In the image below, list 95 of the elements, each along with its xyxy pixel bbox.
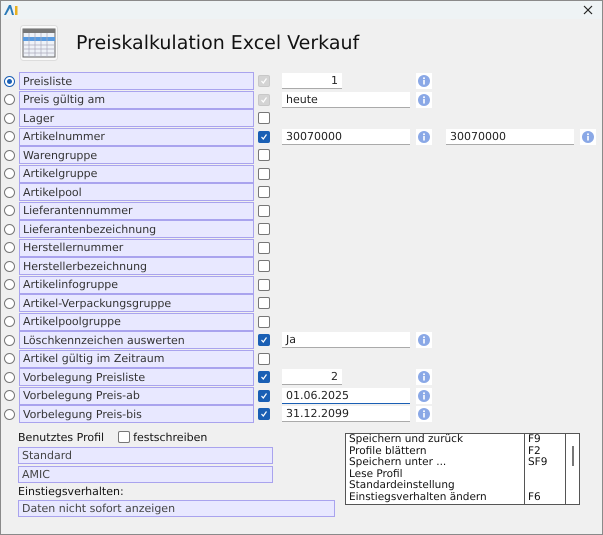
- radio-button[interactable]: [4, 150, 15, 160]
- radio-button[interactable]: [4, 168, 15, 179]
- checkbox[interactable]: [258, 334, 270, 346]
- checkbox[interactable]: [258, 223, 270, 235]
- radio-button[interactable]: [4, 408, 15, 420]
- checkmark-icon: [260, 132, 268, 140]
- info-button[interactable]: [416, 92, 432, 108]
- profile-field: AMIC: [18, 466, 273, 483]
- menu-item[interactable]: Speichern und zurück: [349, 434, 524, 446]
- checkbox[interactable]: [258, 186, 270, 198]
- criterion-label: Artikelinfogruppe: [19, 276, 254, 294]
- checkbox[interactable]: [258, 242, 270, 254]
- radio-button[interactable]: [4, 205, 15, 216]
- profile-field: Standard: [18, 447, 273, 464]
- shortcut-key: F2: [528, 444, 541, 457]
- lock-checkbox[interactable]: festschreiben: [118, 430, 208, 444]
- checkbox[interactable]: [258, 149, 270, 161]
- radio-button[interactable]: [4, 334, 15, 346]
- input-field[interactable]: 31.12.2099: [282, 406, 410, 422]
- radio-button[interactable]: [4, 131, 15, 142]
- checkbox[interactable]: [258, 260, 270, 272]
- radio-button[interactable]: [4, 316, 15, 327]
- info-button[interactable]: [416, 388, 432, 404]
- checkbox[interactable]: [258, 204, 270, 216]
- checkbox[interactable]: [258, 371, 270, 383]
- radio-button[interactable]: [4, 298, 15, 308]
- scroll-thumb[interactable]: [572, 446, 574, 466]
- radio-button[interactable]: [4, 186, 15, 198]
- criterion-label: Warengruppe: [19, 146, 254, 164]
- shortcut-key: SF9: [528, 456, 548, 468]
- entry-field: Daten nicht sofort anzeigen: [18, 500, 335, 517]
- criterion-label: Vorbelegung Preis-bis: [19, 405, 254, 423]
- profile-label: Benutztes Profil: [18, 430, 104, 444]
- criterion-label: Preis gültig am: [19, 90, 254, 108]
- menu-item[interactable]: Speichern unter ...: [349, 457, 524, 469]
- radio-button[interactable]: [4, 242, 15, 253]
- criterion-label: Artikelnummer: [19, 128, 254, 146]
- window-title: Preiskalkulation Excel Verkauf: [76, 32, 360, 54]
- radio-button[interactable]: [4, 279, 15, 290]
- checkbox[interactable]: [258, 390, 270, 402]
- checkmark-icon: [260, 336, 268, 344]
- menu-item[interactable]: Profile blättern: [349, 446, 524, 458]
- menu-item[interactable]: Einstiegsverhalten ändern: [349, 492, 524, 504]
- calendar-icon: [20, 25, 58, 61]
- checkbox[interactable]: [258, 168, 270, 180]
- criterion-label: Herstellernummer: [19, 238, 254, 256]
- info-button[interactable]: [416, 406, 432, 422]
- criterion-label: Artikel gültig im Zeitraum: [19, 350, 254, 368]
- menu-item[interactable]: Lese Profil: [349, 468, 524, 480]
- criterion-label: Artikel-Verpackungsgruppe: [19, 294, 254, 312]
- criterion-label: Herstellerbezeichnung: [19, 257, 254, 275]
- checkmark-icon: [260, 96, 268, 104]
- radio-button[interactable]: [4, 390, 15, 401]
- checkbox[interactable]: [258, 408, 270, 420]
- input-field[interactable]: 30070000: [446, 128, 574, 144]
- input-field[interactable]: 30070000: [282, 128, 410, 144]
- checkbox[interactable]: [258, 112, 270, 124]
- entry-label: Einstiegsverhalten:: [18, 485, 125, 498]
- info-button[interactable]: [416, 128, 432, 144]
- checkmark-icon: [260, 410, 268, 418]
- close-icon: [583, 5, 593, 15]
- criterion-label: Artikelpool: [19, 183, 254, 201]
- radio-button[interactable]: [4, 372, 15, 382]
- criterion-label: Löschkennzeichen auswerten: [19, 331, 254, 349]
- criterion-label: Vorbelegung Preis-ab: [19, 386, 254, 404]
- checkmark-icon: [260, 373, 268, 381]
- checkbox[interactable]: [258, 352, 270, 364]
- radio-button[interactable]: [4, 224, 15, 234]
- input-field[interactable]: 2: [282, 369, 342, 385]
- checkbox[interactable]: [258, 130, 270, 142]
- radio-button[interactable]: [4, 353, 15, 364]
- criterion-label: Lieferantenbezeichnung: [19, 220, 254, 238]
- input-field[interactable]: 01.06.2025: [282, 388, 410, 404]
- checkbox[interactable]: [258, 316, 270, 328]
- app-logo-icon: [4, 5, 18, 15]
- info-button[interactable]: [416, 73, 432, 89]
- criterion-label: Artikelpoolgruppe: [19, 312, 254, 330]
- criterion-label: Lieferantennummer: [19, 202, 254, 220]
- radio-button[interactable]: [4, 260, 15, 272]
- info-button[interactable]: [580, 128, 596, 144]
- input-field[interactable]: Ja: [282, 332, 410, 348]
- menu-item[interactable]: Standardeinstellung: [349, 480, 524, 492]
- radio-button[interactable]: [4, 112, 15, 124]
- checkbox[interactable]: [258, 297, 270, 309]
- criterion-label: Lager: [19, 109, 254, 127]
- checkmark-icon: [260, 77, 268, 85]
- info-button[interactable]: [416, 332, 432, 348]
- shortcut-key: F9: [528, 433, 541, 445]
- info-button[interactable]: [416, 369, 432, 385]
- checkbox[interactable]: [258, 278, 270, 290]
- criterion-label: Artikelgruppe: [19, 164, 254, 182]
- checkmark-icon: [260, 392, 268, 400]
- criterion-label: Preisliste: [19, 72, 254, 90]
- shortcut-key: F6: [528, 490, 541, 503]
- criterion-label: Vorbelegung Preisliste: [19, 368, 254, 386]
